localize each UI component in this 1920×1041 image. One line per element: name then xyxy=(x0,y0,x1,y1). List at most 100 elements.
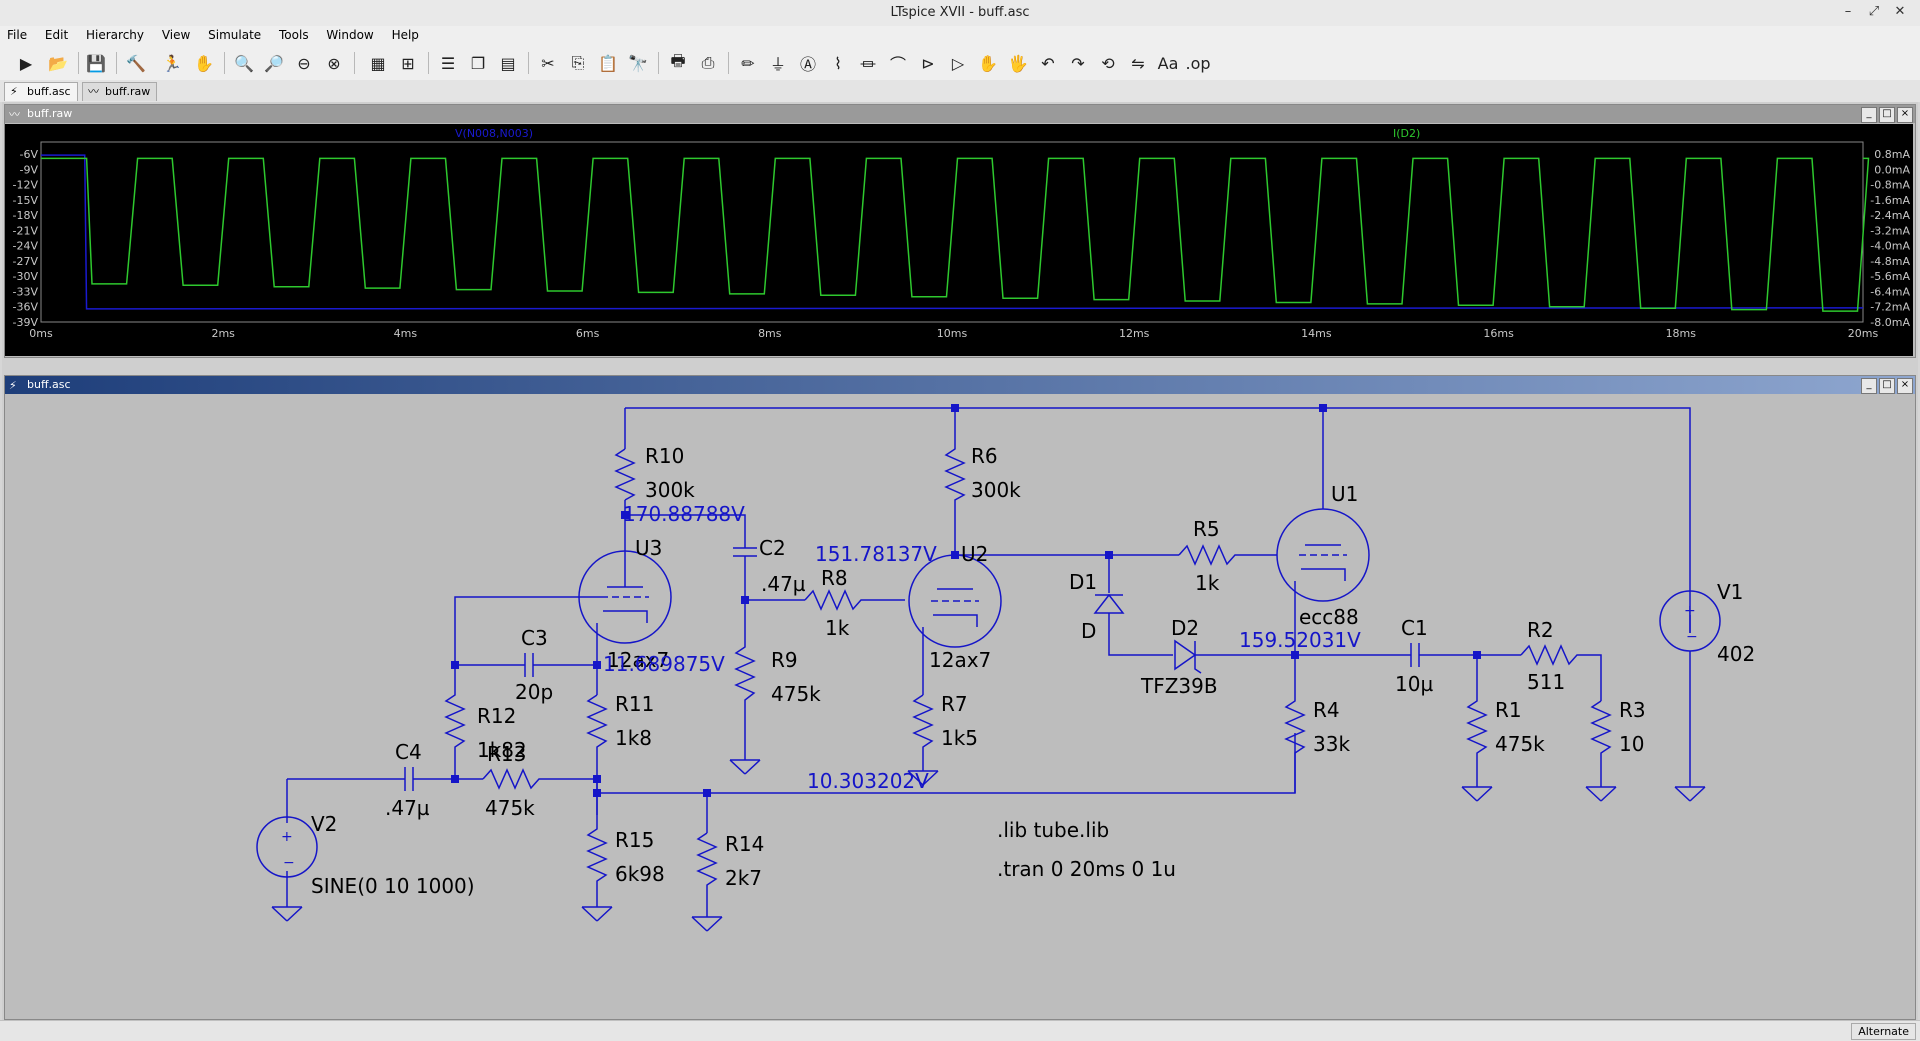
run-sim-icon[interactable]: 🏃 xyxy=(160,51,184,75)
label-r9[interactable]: R9 xyxy=(771,648,798,672)
value-u1[interactable]: ecc88 xyxy=(1299,605,1359,629)
spice-directive-lib[interactable]: .lib tube.lib xyxy=(997,818,1109,842)
minimize-icon[interactable]: _ xyxy=(1861,107,1877,123)
copy-icon[interactable]: ⎘ xyxy=(566,51,590,75)
value-r8[interactable]: 1k xyxy=(825,616,850,640)
undo-icon[interactable]: ↶ xyxy=(1036,51,1060,75)
spice-directive-tran[interactable]: .tran 0 20ms 0 1u xyxy=(997,857,1176,881)
label-v1[interactable]: V1 xyxy=(1717,580,1743,604)
menu-view[interactable]: View xyxy=(155,26,197,44)
menu-file[interactable]: File xyxy=(0,26,34,44)
draw-wire-icon[interactable]: ✏ xyxy=(736,51,760,75)
resistor-icon[interactable]: ⌇ xyxy=(826,51,850,75)
print-preview-icon[interactable]: ⎙ xyxy=(696,51,720,75)
value-r3[interactable]: 10 xyxy=(1619,732,1644,756)
label-c2[interactable]: C2 xyxy=(759,536,786,560)
value-u2[interactable]: 12ax7 xyxy=(929,648,991,672)
tab-buff-asc[interactable]: ⚡ buff.asc xyxy=(4,82,78,101)
cascade-icon[interactable]: ❐ xyxy=(466,51,490,75)
label-r8[interactable]: R8 xyxy=(821,566,848,590)
label-c4[interactable]: C4 xyxy=(395,740,422,764)
zoom-in-icon[interactable]: 🔍 xyxy=(232,51,256,75)
trace-label-current[interactable]: I(D2) xyxy=(1393,127,1420,140)
grid-icon[interactable]: ⊞ xyxy=(396,51,420,75)
value-r15[interactable]: 6k98 xyxy=(615,862,665,886)
label-u2[interactable]: U2 xyxy=(961,542,988,566)
maximize-icon[interactable]: □ xyxy=(1879,107,1895,123)
value-r5[interactable]: 1k xyxy=(1195,571,1220,595)
mirror-icon[interactable]: ⇋ xyxy=(1126,51,1150,75)
label-r1[interactable]: R1 xyxy=(1495,698,1522,722)
value-c3[interactable]: 20p xyxy=(515,680,553,704)
label-net-icon[interactable]: Ⓐ xyxy=(796,51,820,75)
capacitor-icon[interactable]: ⏛ xyxy=(856,51,880,75)
value-d2[interactable]: TFZ39B xyxy=(1140,674,1218,698)
control-panel-icon[interactable]: 🔨 xyxy=(124,51,148,75)
tile-vertical-icon[interactable]: ▤ xyxy=(496,51,520,75)
value-r7[interactable]: 1k5 xyxy=(941,726,978,750)
schematic-canvas[interactable]: + − + − R10 300k R6 300k U1 ecc88 U3 12ax7… xyxy=(5,395,1913,1019)
value-r1[interactable]: 475k xyxy=(1495,732,1545,756)
value-r13[interactable]: 475k xyxy=(485,796,535,820)
menu-edit[interactable]: Edit xyxy=(38,26,75,44)
close-icon[interactable]: × xyxy=(1897,107,1913,123)
rotate-icon[interactable]: ⟲ xyxy=(1096,51,1120,75)
value-c1[interactable]: 10µ xyxy=(1395,672,1433,696)
label-r3[interactable]: R3 xyxy=(1619,698,1646,722)
diode-icon[interactable]: ⊳ xyxy=(916,51,940,75)
value-v1[interactable]: 402 xyxy=(1717,642,1755,666)
value-r4[interactable]: 33k xyxy=(1313,732,1350,756)
label-d2[interactable]: D2 xyxy=(1171,616,1199,640)
label-r10[interactable]: R10 xyxy=(645,444,684,468)
text-icon[interactable]: Aa xyxy=(1156,51,1180,75)
zoom-fit-icon[interactable]: ⊗ xyxy=(322,51,346,75)
label-u3[interactable]: U3 xyxy=(635,536,662,560)
label-u1[interactable]: U1 xyxy=(1331,482,1358,506)
restore-button[interactable]: ⤢ xyxy=(1864,3,1884,21)
label-r13[interactable]: R13 xyxy=(487,742,526,766)
label-r5[interactable]: R5 xyxy=(1193,517,1220,541)
menu-tools[interactable]: Tools xyxy=(272,26,316,44)
spice-directive-icon[interactable]: .op xyxy=(1185,51,1210,75)
value-c2[interactable]: .47µ xyxy=(761,572,806,596)
menu-help[interactable]: Help xyxy=(385,26,426,44)
minimize-button[interactable]: – xyxy=(1838,3,1858,21)
component-icon[interactable]: ▷ xyxy=(946,51,970,75)
value-c4[interactable]: .47µ xyxy=(385,796,430,820)
value-r2[interactable]: 511 xyxy=(1527,670,1565,694)
value-r10[interactable]: 300k xyxy=(645,478,695,502)
trace-label-voltage[interactable]: V(N008,N003) xyxy=(455,127,533,140)
redo-icon[interactable]: ↷ xyxy=(1066,51,1090,75)
tab-buff-raw[interactable]: 〰 buff.raw xyxy=(82,82,158,101)
paste-icon[interactable]: 📋 xyxy=(596,51,620,75)
drag-icon[interactable]: 🖐 xyxy=(1006,51,1030,75)
tile-horizontal-icon[interactable]: ☰ xyxy=(436,51,460,75)
value-r9[interactable]: 475k xyxy=(771,682,821,706)
find-icon[interactable]: 🔭 xyxy=(626,51,650,75)
close-button[interactable]: ✕ xyxy=(1890,3,1910,21)
open-icon[interactable]: 📂 xyxy=(46,51,70,75)
label-d1[interactable]: D1 xyxy=(1069,570,1097,594)
label-r7[interactable]: R7 xyxy=(941,692,968,716)
waveform-plot[interactable]: V(N008,N003) I(D2) -6V -9V -12V -15V -18V -21… xyxy=(5,124,1913,356)
menu-window[interactable]: Window xyxy=(319,26,380,44)
zoom-pan-icon[interactable]: 🔎 xyxy=(262,51,286,75)
value-d1[interactable]: D xyxy=(1081,619,1096,643)
value-r6[interactable]: 300k xyxy=(971,478,1021,502)
label-r4[interactable]: R4 xyxy=(1313,698,1340,722)
inductor-icon[interactable]: ⌒ xyxy=(886,51,910,75)
label-v2[interactable]: V2 xyxy=(311,812,337,836)
label-r12[interactable]: R12 xyxy=(477,704,516,728)
menu-simulate[interactable]: Simulate xyxy=(201,26,268,44)
zoom-out-icon[interactable]: ⊖ xyxy=(292,51,316,75)
move-icon[interactable]: ✋ xyxy=(976,51,1000,75)
save-icon[interactable]: 💾 xyxy=(84,51,108,75)
print-icon[interactable]: 🖶 xyxy=(666,51,690,75)
label-r11[interactable]: R11 xyxy=(615,692,654,716)
value-r14[interactable]: 2k7 xyxy=(725,866,762,890)
label-r2[interactable]: R2 xyxy=(1527,618,1554,642)
minimize-icon[interactable]: _ xyxy=(1861,378,1877,394)
value-v2[interactable]: SINE(0 10 1000) xyxy=(311,874,475,898)
label-r14[interactable]: R14 xyxy=(725,832,764,856)
menu-hierarchy[interactable]: Hierarchy xyxy=(79,26,151,44)
